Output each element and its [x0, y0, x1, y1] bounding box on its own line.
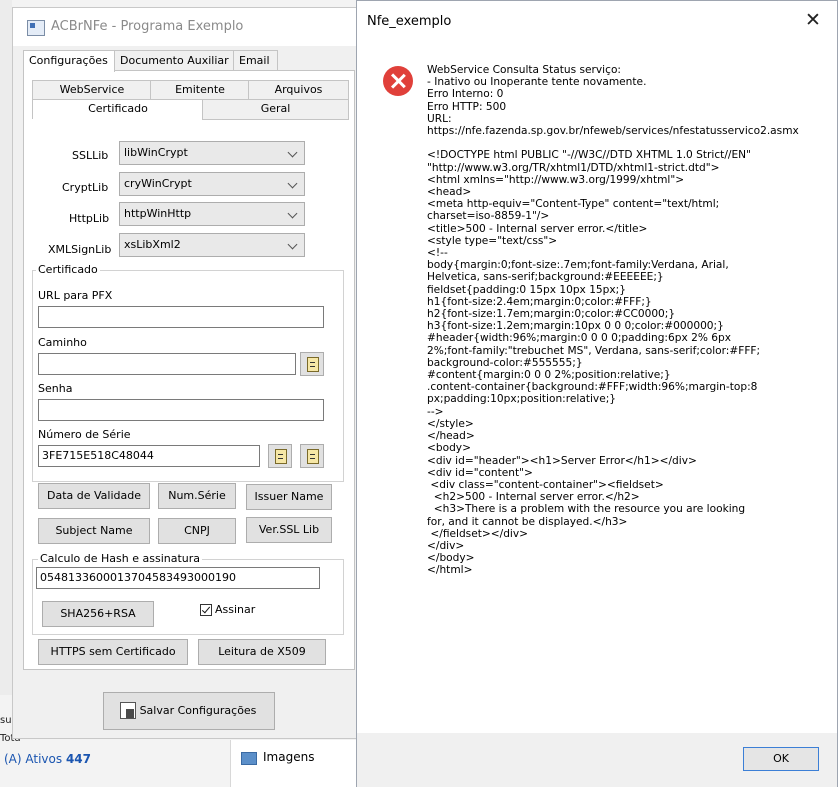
- sha256-rsa-button[interactable]: SHA256+RSA: [42, 601, 154, 627]
- https-sem-certificado-button[interactable]: HTTPS sem Certificado: [38, 639, 188, 665]
- cryptlib-label: CryptLib: [62, 181, 109, 194]
- senha-label: Senha: [38, 382, 73, 395]
- image-folder-icon: [241, 752, 257, 765]
- document-icon: [307, 357, 319, 372]
- ver-ssl-lib-button[interactable]: Ver.SSL Lib: [246, 517, 332, 543]
- assinar-checkbox[interactable]: [200, 604, 212, 616]
- hash-input[interactable]: 0548133600013704583493000190: [36, 567, 320, 589]
- error-dialog: Nfe_exemplo ✕ WebService Consulta Status…: [356, 0, 838, 787]
- xmlsignlib-value: xsLibXml2: [124, 238, 181, 251]
- save-icon: [120, 702, 136, 719]
- error-message: WebService Consulta Status serviço: - In…: [427, 64, 799, 577]
- file-item-imagens[interactable]: Imagens: [263, 750, 314, 764]
- file-list: Imagens: [230, 740, 359, 787]
- status-ativos-count: 447: [65, 752, 92, 766]
- tab-certificado[interactable]: Certificado: [32, 99, 204, 119]
- tab-email[interactable]: Email: [233, 50, 278, 71]
- subject-name-button[interactable]: Subject Name: [38, 518, 150, 544]
- cryptlib-value: cryWinCrypt: [124, 177, 192, 190]
- background-sidebar: [0, 0, 12, 787]
- config-pane: WebService Emitente Arquivos Certificado…: [23, 70, 355, 670]
- ssllib-label: SSLLib: [72, 149, 109, 162]
- cryptlib-select[interactable]: cryWinCrypt: [119, 172, 305, 196]
- certificate-info-button[interactable]: [300, 444, 324, 468]
- document-icon: [307, 449, 319, 464]
- status-ativos[interactable]: (A) Ativos 447: [4, 752, 91, 766]
- tab-emitente[interactable]: Emitente: [150, 80, 250, 101]
- url-pfx-input[interactable]: [38, 306, 324, 328]
- config-window-titlebar[interactable]: ACBrNFe - Programa Exemplo: [13, 8, 357, 46]
- numero-serie-label: Número de Série: [38, 428, 131, 441]
- config-window: ACBrNFe - Programa Exemplo Configurações…: [12, 7, 358, 739]
- data-validade-button[interactable]: Data de Validade: [38, 483, 150, 509]
- ssllib-value: libWinCrypt: [124, 146, 188, 159]
- chevron-down-icon: [287, 147, 298, 158]
- chevron-down-icon: [287, 208, 298, 219]
- caminho-browse-button[interactable]: [300, 352, 324, 376]
- hash-group-title: Calculo de Hash e assinatura: [38, 552, 203, 565]
- caminho-label: Caminho: [38, 336, 87, 349]
- dialog-title: Nfe_exemplo: [367, 14, 452, 29]
- tab-documento-auxiliar[interactable]: Documento Auxiliar: [114, 50, 234, 71]
- issuer-name-button[interactable]: Issuer Name: [246, 484, 332, 510]
- cnpj-button[interactable]: CNPJ: [158, 518, 236, 544]
- close-icon[interactable]: ✕: [801, 9, 825, 33]
- httplib-label: HttpLib: [69, 212, 110, 225]
- numero-serie-input[interactable]: 3FE715E518C48044: [38, 445, 260, 467]
- tab-arquivos[interactable]: Arquivos: [248, 80, 349, 101]
- app-icon: [27, 20, 45, 36]
- xmlsignlib-label: XMLSignLib: [48, 243, 112, 256]
- senha-input[interactable]: [38, 399, 324, 421]
- tab-configuracoes[interactable]: Configurações: [23, 50, 115, 72]
- assinar-label: Assinar: [215, 603, 256, 616]
- document-icon: [275, 449, 287, 464]
- chevron-down-icon: [287, 239, 298, 250]
- salvar-configuracoes-label: Salvar Configurações: [139, 704, 257, 717]
- error-icon: [383, 66, 413, 96]
- salvar-configuracoes-button[interactable]: Salvar Configurações: [103, 692, 275, 730]
- ssllib-select[interactable]: libWinCrypt: [119, 141, 305, 165]
- url-pfx-label: URL para PFX: [38, 289, 113, 302]
- select-certificate-button[interactable]: [268, 444, 292, 468]
- num-serie-button[interactable]: Num.Série: [158, 483, 236, 509]
- chevron-down-icon: [287, 178, 298, 189]
- leitura-x509-button[interactable]: Leitura de X509: [198, 639, 326, 665]
- config-window-title: ACBrNFe - Programa Exemplo: [51, 19, 244, 34]
- certificado-group-title: Certificado: [36, 263, 100, 276]
- tab-webservice[interactable]: WebService: [32, 80, 152, 101]
- tab-geral[interactable]: Geral: [202, 99, 349, 120]
- xmlsignlib-select[interactable]: xsLibXml2: [119, 233, 305, 257]
- httplib-value: httpWinHttp: [124, 207, 192, 220]
- httplib-select[interactable]: httpWinHttp: [119, 202, 305, 226]
- status-ativos-label: (A) Ativos: [4, 752, 63, 766]
- caminho-input[interactable]: [38, 353, 296, 375]
- ok-button[interactable]: OK: [743, 747, 819, 771]
